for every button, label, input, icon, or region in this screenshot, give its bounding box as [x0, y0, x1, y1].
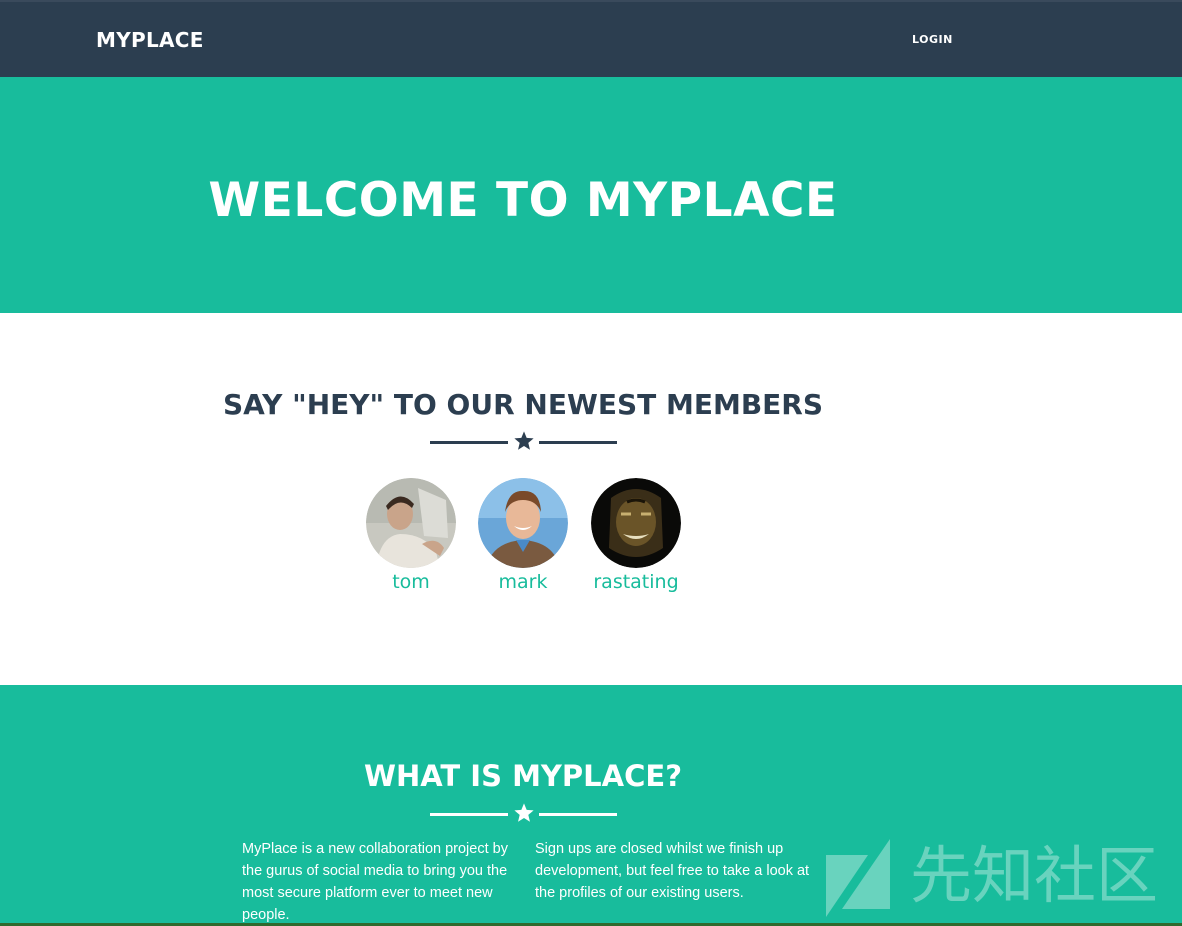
member-card-rastating[interactable]: rastating — [581, 478, 691, 593]
about-paragraph-left: MyPlace is a new collaboration project b… — [242, 841, 508, 923]
divider-line-left — [430, 813, 508, 816]
hero-title: WELCOME TO MYPLACE — [208, 173, 838, 228]
watermark-logo-icon — [826, 839, 890, 917]
member-card-tom[interactable]: tom — [356, 478, 466, 593]
avatar-mark[interactable] — [478, 478, 568, 568]
members-section-title: SAY "HEY" TO OUR NEWEST MEMBERS — [222, 388, 824, 421]
avatar-tom[interactable] — [366, 478, 456, 568]
section-divider — [430, 430, 618, 454]
login-link[interactable]: LOGIN — [912, 33, 953, 46]
avatar-rastating[interactable] — [591, 478, 681, 568]
member-name[interactable]: mark — [468, 571, 578, 593]
brand-link[interactable]: MYPLACE — [96, 28, 204, 52]
navbar: MYPLACE LOGIN — [0, 0, 1182, 77]
member-card-mark[interactable]: mark — [468, 478, 578, 593]
member-name[interactable]: rastating — [581, 571, 691, 593]
about-section-title: WHAT IS MYPLACE? — [363, 759, 683, 793]
newest-members-section: SAY "HEY" TO OUR NEWEST MEMBERS tom mark… — [0, 313, 1182, 685]
star-icon — [514, 803, 534, 822]
divider-line-right — [539, 441, 617, 444]
watermark-text: 先知社区 — [910, 839, 1159, 912]
section-divider — [430, 802, 618, 826]
member-name[interactable]: tom — [356, 571, 466, 593]
divider-line-left — [430, 441, 508, 444]
hero-banner: WELCOME TO MYPLACE — [0, 77, 1182, 313]
star-icon — [514, 431, 534, 450]
watermark: 先知社区 — [822, 837, 1162, 921]
about-paragraph-right: Sign ups are closed whilst we finish up … — [535, 841, 810, 901]
divider-line-right — [539, 813, 617, 816]
